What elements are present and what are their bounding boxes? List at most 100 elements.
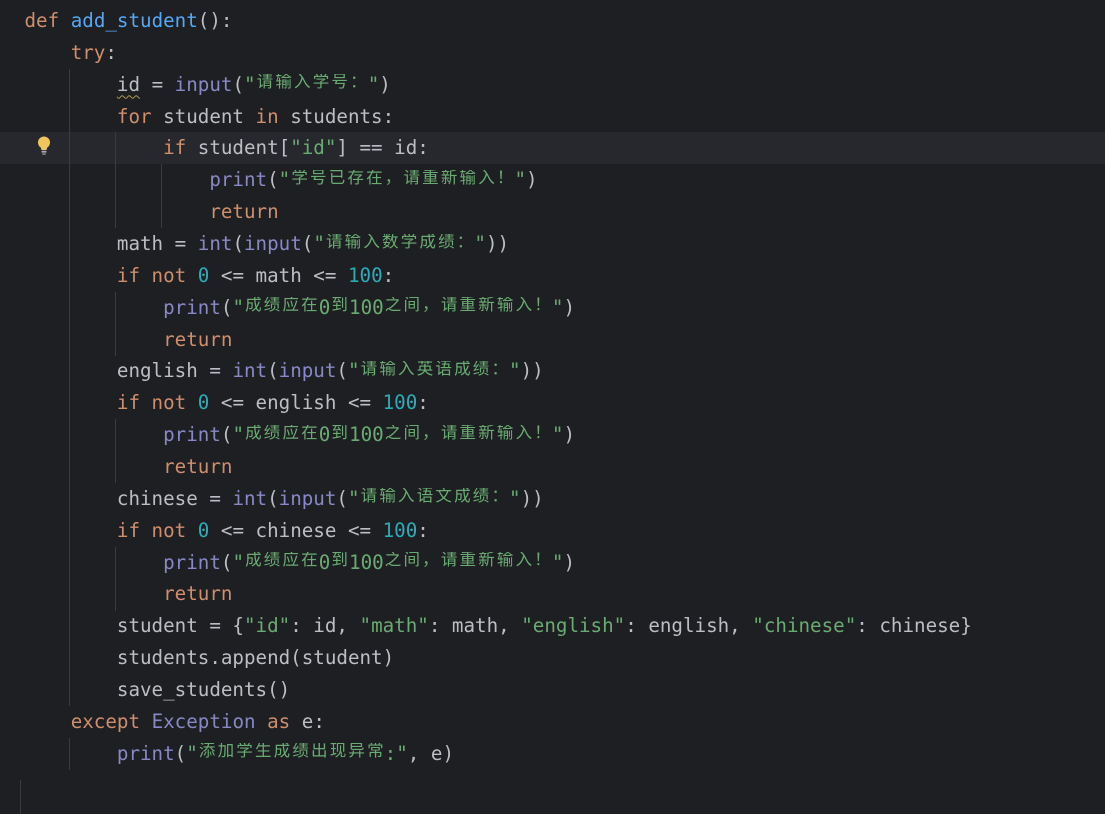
code-line[interactable]: english = int(input("请输入英语成绩：")) [25,355,1105,387]
number-literal: 100 [382,518,418,542]
code-text: ( [220,423,233,447]
keyword: return [163,455,233,479]
keyword: if not [116,263,187,287]
code-line[interactable]: return [25,324,1105,356]
keyword: except [70,709,141,733]
cjk-glyph: 学 [236,743,253,760]
code-text: ) [563,550,575,574]
code-text: ) [379,72,391,96]
code-text: (): [197,9,233,32]
code-line[interactable]: if not 0 <= english <= 100: [25,387,1105,419]
string-literal: "math" [359,614,429,638]
keyword: if [163,136,187,160]
cjk-glyph: ， [422,552,439,569]
cjk-glyph: 成 [245,297,262,314]
cjk-glyph: 输 [344,233,362,251]
code-line[interactable]: print("成绩应在0到100之间，请重新输入！") [25,419,1105,451]
cjk-glyph: ， [384,169,402,187]
code-line[interactable]: print("添加学生成绩出现异常:", e) [25,738,1105,770]
builtin-name: print [163,295,221,319]
number-literal: 0 [197,391,210,415]
code-line[interactable]: print("成绩应在0到100之间，请重新输入！") [25,547,1105,579]
string-literal: "成绩应在0到100之间，请重新输入！" [232,550,564,574]
code-area[interactable]: def add_student(): try: id = input("请输入学号：… [25,5,1105,770]
cjk-glyph: 学 [291,169,308,187]
code-line[interactable]: id = input("请输入学号：") [25,69,1105,101]
cjk-glyph: 输 [379,488,396,505]
code-text: ) [563,423,575,447]
keyword: in [255,104,279,128]
code-line[interactable]: print("学号已存在，请重新输入！") [25,164,1105,196]
cjk-glyph: 绩 [472,360,490,378]
cjk-glyph: 请 [403,169,420,187]
cjk-glyph: 重 [459,297,477,314]
code-text: ( [232,72,244,96]
code-line[interactable]: return [25,451,1105,483]
code-line[interactable]: return [25,196,1105,228]
cjk-glyph: 入 [294,74,311,91]
code-line[interactable]: students.append(student) [25,642,1105,674]
code-line[interactable]: return [25,578,1105,610]
builtin-name: input [278,359,337,383]
code-text: <= chinese <= [209,518,383,542]
code-text: ( [267,486,279,510]
code-text: )) [520,359,544,383]
code-text: )) [485,232,510,256]
cjk-glyph: 输 [275,74,292,91]
cjk-glyph: 新 [478,424,495,442]
code-line[interactable]: except Exception as e: [25,706,1105,738]
code-text: = [140,72,175,96]
code-text: : chinese} [856,614,972,638]
cjk-glyph: 绩 [263,297,281,314]
code-text: ( [220,550,233,574]
code-line[interactable]: if student["id"] == id: [25,132,1105,164]
code-line[interactable]: print("成绩应在0到100之间，请重新输入！") [25,292,1105,324]
cjk-glyph: 常 [367,743,384,760]
cjk-glyph: 已 [328,169,346,187]
code-text: students.append(student) [116,646,395,670]
cjk-glyph: 重 [422,169,439,187]
cjk-glyph: ： [350,74,367,91]
builtin-name: int [232,359,268,383]
builtin-name: int [232,486,268,510]
builtin-name: print [163,550,221,574]
cjk-glyph: 之 [384,424,402,442]
string-literal: "成绩应在0到100之间，请重新输入！" [232,423,564,447]
cjk-glyph: 语 [416,488,434,505]
code-text: <= english <= [209,391,383,415]
code-line[interactable]: if not 0 <= chinese <= 100: [25,515,1105,547]
code-line[interactable]: for student in students: [25,101,1105,133]
cjk-glyph: 绩 [438,233,455,251]
code-line[interactable]: math = int(input("请输入数学成绩：")) [25,228,1105,260]
code-line[interactable]: def add_student(): [25,5,1105,37]
cjk-glyph: 应 [282,297,299,314]
cjk-glyph: 成 [454,488,471,505]
cjk-glyph: 输 [496,424,514,442]
lightbulb-icon[interactable] [37,136,51,156]
code-text: english = [116,359,233,383]
cjk-glyph: 到 [331,552,348,569]
code-text: id [116,72,141,96]
function-name: add_student [70,9,198,32]
cjk-glyph: 新 [478,297,495,314]
code-text: ) [526,168,538,192]
code-editor[interactable]: def add_student(): try: id = input("请输入学号：… [0,0,1105,814]
builtin-name: input [278,486,337,510]
code-line[interactable]: student = {"id": id, "math": math, "engl… [25,610,1105,642]
code-line[interactable]: save_students() [25,674,1105,706]
code-line[interactable]: if not 0 <= math <= 100: [25,260,1105,292]
cjk-glyph: 入 [398,488,415,505]
cjk-glyph: 入 [515,297,533,314]
string-literal: "chinese" [752,614,857,638]
string-literal: "添加学生成绩出现异常:" [186,741,408,765]
code-text: ( [336,486,348,510]
string-literal: "学号已存在，请重新输入！" [278,168,527,192]
cjk-glyph: 在 [301,297,318,314]
keyword: for [116,104,152,128]
cjk-glyph: ！ [534,552,551,569]
cjk-glyph: ： [456,233,474,251]
code-line[interactable]: chinese = int(input("请输入语文成绩：")) [25,483,1105,515]
code-line[interactable]: try: [25,37,1105,69]
cjk-glyph: 文 [435,488,452,505]
